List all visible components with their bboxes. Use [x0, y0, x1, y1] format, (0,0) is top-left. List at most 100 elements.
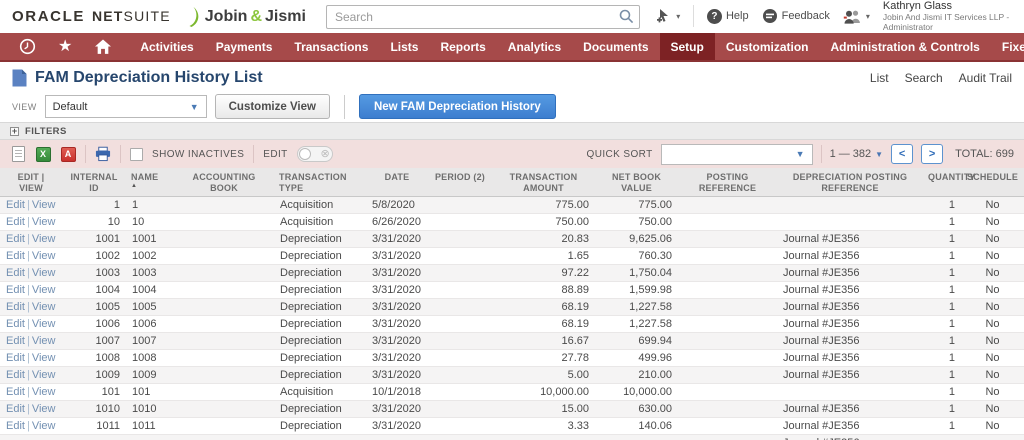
nav-item-analytics[interactable]: Analytics [497, 33, 572, 60]
view-link[interactable]: View [32, 420, 56, 432]
company-logo[interactable]: Jobin&Jismi [187, 6, 306, 28]
nav-item-transactions[interactable]: Transactions [283, 33, 379, 60]
edit-link[interactable]: Edit [6, 386, 25, 398]
cell-edit-view: Edit|View [0, 299, 62, 316]
shortcuts-button[interactable]: ★ [47, 33, 83, 60]
nav-item-customization[interactable]: Customization [715, 33, 820, 60]
next-page-button[interactable]: > [921, 144, 943, 164]
nav-item-documents[interactable]: Documents [572, 33, 659, 60]
table-row: Edit|View10081008Depreciation3/31/202027… [0, 350, 1024, 367]
edit-link[interactable]: Edit [6, 369, 25, 381]
user-menu[interactable]: Kathryn Glass Jobin And Jismi IT Service… [883, 0, 1012, 32]
column-header-net-book-value[interactable]: NET BOOK VALUE [595, 168, 678, 197]
roles-menu[interactable]: ▾ [843, 9, 870, 24]
view-link[interactable]: View [32, 386, 56, 398]
filters-bar[interactable]: + FILTERS [0, 122, 1024, 140]
quick-sort-select[interactable]: ▼ [661, 144, 813, 165]
search-icon[interactable] [619, 9, 634, 29]
page-range-select[interactable]: 1 — 382 ▼ [830, 148, 884, 160]
edit-link[interactable]: Edit [6, 403, 25, 415]
cell-date: 6/26/2020 [366, 214, 428, 231]
edit-link[interactable]: Edit [6, 233, 25, 245]
cell-schedule: No [961, 350, 1024, 367]
export-csv-button[interactable] [10, 146, 26, 162]
view-link[interactable]: View [32, 284, 56, 296]
show-inactives-checkbox[interactable] [130, 148, 143, 161]
view-link[interactable]: View [32, 216, 56, 228]
link-separator: | [27, 216, 30, 228]
cell-date: 3/31/2020 [366, 316, 428, 333]
cell-depreciation-posting-reference: Journal #JE356 [777, 231, 923, 248]
view-link[interactable]: View [32, 318, 56, 330]
view-link[interactable]: View [32, 267, 56, 279]
view-link[interactable]: View [32, 301, 56, 313]
table-row: Edit|View10071007Depreciation3/31/202016… [0, 333, 1024, 350]
view-select[interactable]: Default ▼ [45, 95, 207, 118]
column-header-period[interactable]: PERIOD (2) [428, 168, 492, 197]
column-header-date[interactable]: DATE [366, 168, 428, 197]
home-button[interactable] [83, 33, 123, 60]
roles-people-icon [843, 9, 862, 24]
column-header-posting-reference[interactable]: POSTING REFERENCE [678, 168, 777, 197]
column-header-transaction-amount[interactable]: TRANSACTION AMOUNT [492, 168, 595, 197]
search-input[interactable] [326, 5, 640, 29]
column-header-accounting-book[interactable]: ACCOUNTING BOOK [174, 168, 274, 197]
column-header-schedule[interactable]: SCHEDULE [961, 168, 1024, 197]
feedback-button[interactable]: Feedback [762, 8, 830, 24]
cell-quantity [923, 435, 961, 440]
column-header-name[interactable]: NAME▲ [126, 168, 174, 197]
view-link[interactable]: View [32, 199, 56, 211]
export-excel-button[interactable]: X [35, 146, 51, 162]
nav-item-administration-controls[interactable]: Administration & Controls [820, 33, 991, 60]
cell-schedule: No [961, 401, 1024, 418]
view-link[interactable]: View [32, 250, 56, 262]
column-header-depreciation-posting-reference[interactable]: DEPRECIATION POSTING REFERENCE [777, 168, 923, 197]
new-record-button[interactable]: New FAM Depreciation History [359, 94, 556, 119]
print-button[interactable] [95, 146, 111, 162]
help-button[interactable]: ? Help [707, 9, 749, 24]
edit-toggle[interactable]: ⊗ [297, 146, 333, 162]
cell-posting-reference [678, 282, 777, 299]
column-header-internal-id[interactable]: INTERNAL ID [62, 168, 126, 197]
cell-name: 1010 [126, 401, 174, 418]
nav-item-reports[interactable]: Reports [429, 33, 496, 60]
page-link-search[interactable]: Search [905, 71, 943, 85]
nav-item-setup[interactable]: Setup [660, 33, 715, 60]
oracle-netsuite-logo[interactable]: ORACLE NETSUITE [12, 8, 171, 25]
edit-link[interactable]: Edit [6, 352, 25, 364]
column-header-quantity[interactable]: QUANTITY [923, 168, 961, 197]
cell-name: 1005 [126, 299, 174, 316]
edit-link[interactable]: Edit [6, 199, 25, 211]
view-link[interactable]: View [32, 233, 56, 245]
edit-link[interactable]: Edit [6, 318, 25, 330]
view-link[interactable]: View [32, 335, 56, 347]
view-link[interactable]: View [32, 369, 56, 381]
view-link[interactable]: View [32, 403, 56, 415]
export-pdf-button[interactable]: A [60, 146, 76, 162]
cell-schedule: No [961, 282, 1024, 299]
nav-item-payments[interactable]: Payments [205, 33, 284, 60]
edit-link[interactable]: Edit [6, 216, 25, 228]
edit-link[interactable]: Edit [6, 250, 25, 262]
list-toolbar: X A SHOW INACTIVES EDIT ⊗ QUICK SORT ▼ [0, 140, 1024, 168]
edit-link[interactable]: Edit [6, 335, 25, 347]
page-link-audit-trail[interactable]: Audit Trail [959, 71, 1012, 85]
edit-link[interactable]: Edit [6, 420, 25, 432]
column-header-edit-view[interactable]: EDIT | VIEW [0, 168, 62, 197]
nav-item-lists[interactable]: Lists [379, 33, 429, 60]
edit-link[interactable]: Edit [6, 284, 25, 296]
nav-item-activities[interactable]: Activities [129, 33, 204, 60]
view-link[interactable]: View [32, 352, 56, 364]
top-header: ORACLE NETSUITE Jobin&Jismi ▾ [0, 0, 1024, 33]
nav-item-fixed-assets[interactable]: Fixed Assets [991, 33, 1024, 60]
quick-add-menu[interactable]: ▾ [656, 8, 680, 24]
column-header-transaction-type[interactable]: TRANSACTION TYPE [274, 168, 366, 197]
edit-link[interactable]: Edit [6, 267, 25, 279]
cell-posting-reference [678, 401, 777, 418]
customize-view-button[interactable]: Customize View [215, 94, 330, 119]
page-link-list[interactable]: List [870, 71, 889, 85]
recent-records-button[interactable] [8, 33, 47, 60]
expand-filters-icon[interactable]: + [10, 127, 19, 136]
previous-page-button[interactable]: < [891, 144, 913, 164]
edit-link[interactable]: Edit [6, 301, 25, 313]
